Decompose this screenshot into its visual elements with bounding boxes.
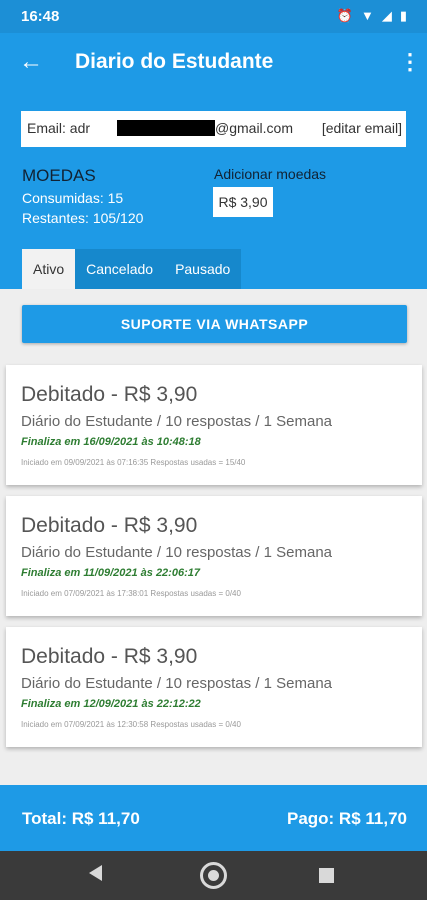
card-title: Debitado - R$ 3,90: [21, 383, 198, 406]
card-meta: Iniciado em 07/09/2021 às 12:30:58 Respo…: [21, 720, 241, 729]
subscription-card[interactable]: Debitado - R$ 3,90 Diário do Estudante /…: [6, 496, 422, 616]
email-label: Email: adr: [27, 120, 91, 136]
card-end-date: Finaliza em 12/09/2021 às 22:12:22: [21, 698, 201, 710]
subscription-card[interactable]: Debitado - R$ 3,90 Diário do Estudante /…: [6, 627, 422, 747]
totals-footer: Total: R$ 11,70 Pago: R$ 11,70: [0, 785, 427, 851]
card-end-date: Finaliza em 16/09/2021 às 10:48:18: [21, 436, 201, 448]
account-panel: Email: adr @gmail.com [editar email] MOE…: [0, 91, 427, 289]
card-title: Debitado - R$ 3,90: [21, 514, 198, 537]
tab-pausado[interactable]: Pausado: [164, 249, 242, 289]
subscription-card[interactable]: Debitado - R$ 3,90 Diário do Estudante /…: [6, 365, 422, 485]
status-time: 16:48: [21, 8, 60, 25]
more-vert-icon[interactable]: ⋮: [399, 47, 421, 77]
alarm-icon: ⏰: [336, 8, 353, 23]
paid-amount: Pago: R$ 11,70: [286, 809, 407, 828]
card-title: Debitado - R$ 3,90: [21, 645, 198, 668]
back-arrow-icon[interactable]: ←: [16, 47, 46, 77]
add-coins-button[interactable]: R$ 3,90: [213, 187, 273, 217]
nav-recent-icon[interactable]: [319, 868, 334, 883]
nav-home-icon[interactable]: [200, 862, 227, 889]
wifi-icon: ▼: [360, 8, 374, 23]
email-box: Email: adr @gmail.com [editar email]: [21, 111, 406, 147]
tab-ativo[interactable]: Ativo: [22, 249, 76, 289]
edit-email-link[interactable]: [editar email]: [322, 120, 402, 136]
subscription-list: SUPORTE VIA WHATSAPP Debitado - R$ 3,90 …: [0, 289, 427, 785]
email-redaction: [117, 120, 215, 136]
card-meta: Iniciado em 09/09/2021 às 07:16:35 Respo…: [21, 458, 246, 467]
card-description: Diário do Estudante / 10 respostas / 1 S…: [21, 675, 333, 692]
add-coins-label: Adicionar moedas: [214, 166, 327, 182]
nav-back-icon[interactable]: [89, 865, 102, 881]
coins-title: MOEDAS: [22, 166, 96, 185]
card-meta: Iniciado em 07/09/2021 às 17:38:01 Respo…: [21, 589, 241, 598]
coins-remaining: Restantes: 105/120: [22, 210, 144, 226]
whatsapp-support-button[interactable]: SUPORTE VIA WHATSAPP: [22, 305, 407, 343]
signal-icon: ◢: [381, 8, 392, 23]
status-icons: ⏰ ▼ ◢ ▮: [337, 8, 407, 24]
card-description: Diário do Estudante / 10 respostas / 1 S…: [21, 544, 333, 561]
total-amount: Total: R$ 11,70: [22, 809, 140, 828]
page-title: Diario do Estudante: [75, 50, 274, 73]
status-bar: 16:48 ⏰ ▼ ◢ ▮: [0, 0, 427, 33]
status-tabs: Ativo Cancelado Pausado: [22, 249, 242, 289]
tab-cancelado[interactable]: Cancelado: [75, 249, 165, 289]
email-domain: @gmail.com: [215, 120, 294, 136]
battery-icon: ▮: [399, 8, 407, 23]
coins-used: Consumidas: 15: [22, 190, 124, 206]
card-description: Diário do Estudante / 10 respostas / 1 S…: [21, 413, 333, 430]
system-nav-bar: [0, 851, 427, 900]
app-bar: ← Diario do Estudante ⋮: [0, 33, 427, 91]
card-end-date: Finaliza em 11/09/2021 às 22:06:17: [21, 567, 200, 579]
